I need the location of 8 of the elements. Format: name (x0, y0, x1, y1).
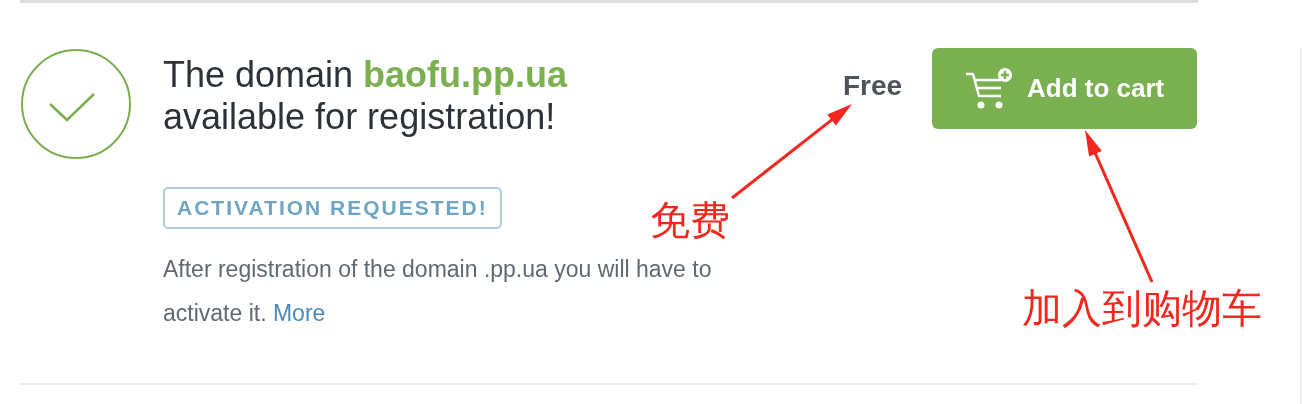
add-to-cart-button[interactable]: Add to cart (932, 48, 1198, 129)
activation-badge: ACTIVATION REQUESTED! (163, 187, 502, 229)
price-label: Free (843, 70, 903, 102)
domain-availability-heading: The domain baofu.pp.ua available for registration! (163, 53, 569, 138)
annotation-text: 免费 (650, 200, 730, 240)
annotation-text: 加入到购物车 (1022, 288, 1262, 328)
activation-note: After registration of the domain .pp.ua you will have to activate it. More (163, 255, 713, 328)
more-link[interactable]: More (272, 300, 326, 326)
